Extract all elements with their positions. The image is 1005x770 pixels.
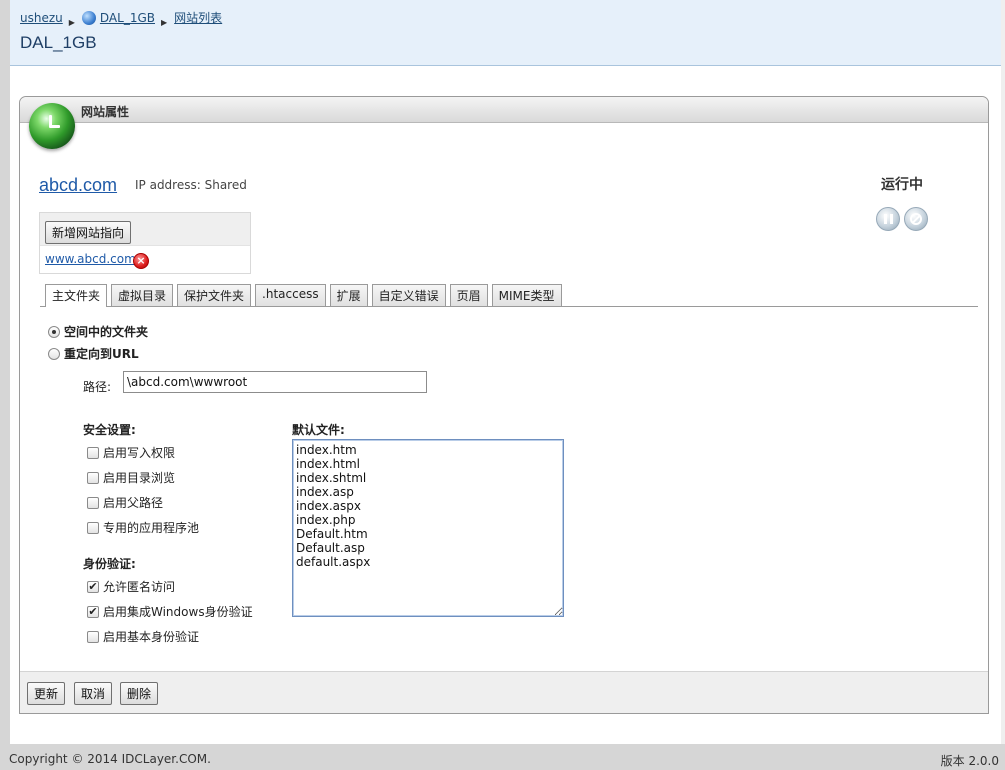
redirect-radio[interactable] xyxy=(48,347,60,360)
folder-radio[interactable] xyxy=(48,325,60,338)
breadcrumb-arrow-icon: ▶ xyxy=(68,18,75,27)
breadcrumb-user-link[interactable]: ushezu xyxy=(20,11,63,25)
breadcrumb-websites-link[interactable]: 网站列表 xyxy=(174,11,222,25)
panel-header xyxy=(20,97,988,123)
tab-divider xyxy=(40,306,978,307)
delete-button[interactable]: 删除 xyxy=(120,682,159,705)
auth-option: ✔ 启用集成Windows身份验证 xyxy=(87,603,253,620)
breadcrumb-arrow-icon: ▶ xyxy=(161,18,168,27)
auth-title: 身份验证: xyxy=(83,557,136,571)
breadcrumb-space-link[interactable]: DAL_1GB xyxy=(100,11,155,25)
website-properties-panel: 网站属性 abcd.com IP address: Shared 运行中 新增网… xyxy=(19,96,989,714)
redirect-radio-label: 重定向到URL xyxy=(64,347,139,361)
tab-mime-types[interactable]: MIME类型 xyxy=(491,284,562,306)
page-title: DAL_1GB xyxy=(20,33,97,52)
checkbox-label: 启用写入权限 xyxy=(103,446,176,460)
path-input[interactable] xyxy=(123,371,427,393)
security-option: 专用的应用程序池 xyxy=(87,519,199,536)
path-label: 路径: xyxy=(83,380,112,394)
checkbox-label: 启用基本身份验证 xyxy=(103,630,200,644)
delete-pointer-icon[interactable]: × xyxy=(133,253,149,269)
stop-icon[interactable] xyxy=(904,207,928,231)
security-option: 启用父路径 xyxy=(87,494,163,511)
scrollbar-track xyxy=(1001,0,1005,744)
security-option: 启用写入权限 xyxy=(87,444,175,461)
default-docs-title: 默认文件: xyxy=(292,423,345,437)
checkbox-label: 允许匿名访问 xyxy=(103,580,176,594)
version-text: 版本 2.0.0 xyxy=(940,754,999,768)
tab-htaccess[interactable]: .htaccess xyxy=(255,284,326,306)
checkbox-label: 启用目录浏览 xyxy=(103,471,176,485)
anonymous-access-checkbox[interactable]: ✔ xyxy=(87,580,99,593)
tab-secured-folders[interactable]: 保护文件夹 xyxy=(177,284,252,306)
globe-icon xyxy=(81,11,96,25)
add-pointer-button[interactable]: 新增网站指向 xyxy=(45,221,132,244)
tab-headers[interactable]: 页眉 xyxy=(449,284,488,306)
site-domain-link[interactable]: abcd.com xyxy=(39,175,117,196)
panel-title: 网站属性 xyxy=(81,105,130,119)
update-button[interactable]: 更新 xyxy=(27,682,66,705)
panel-footer: 更新 取消 删除 xyxy=(20,671,988,713)
windows-auth-checkbox[interactable]: ✔ xyxy=(87,605,99,618)
tab-custom-errors[interactable]: 自定义错误 xyxy=(371,284,446,306)
checkbox-label: 启用父路径 xyxy=(103,496,164,510)
dedicated-pool-checkbox[interactable] xyxy=(87,521,99,534)
breadcrumb: ushezu ▶ DAL_1GB ▶ 网站列表 xyxy=(20,9,222,27)
page-header: ushezu ▶ DAL_1GB ▶ 网站列表 DAL_1GB xyxy=(10,0,1001,66)
domain-pointers-box: 新增网站指向 www.abcd.com × xyxy=(39,212,251,274)
write-permission-checkbox[interactable] xyxy=(87,446,99,459)
basic-auth-checkbox[interactable] xyxy=(87,630,99,643)
pointer-link[interactable]: www.abcd.com xyxy=(45,252,136,266)
parent-paths-checkbox[interactable] xyxy=(87,496,99,509)
tab-bar: 主文件夹 虚拟目录 保护文件夹 .htaccess 扩展 自定义错误 页眉 MI… xyxy=(45,284,562,307)
site-status: 运行中 xyxy=(881,177,923,193)
option-folder-row: 空间中的文件夹 xyxy=(48,323,148,340)
main-content: 网站属性 abcd.com IP address: Shared 运行中 新增网… xyxy=(10,66,1001,744)
ip-address-info: IP address: Shared xyxy=(135,178,247,192)
option-redirect-row: 重定向到URL xyxy=(48,345,139,362)
checkbox-label: 启用集成Windows身份验证 xyxy=(103,605,253,619)
default-docs-textarea[interactable]: index.htm index.html index.shtml index.a… xyxy=(292,439,564,617)
status-bar: Copyright © 2014 IDCLayer.COM. 版本 2.0.0 xyxy=(0,744,1005,770)
auth-option: 启用基本身份验证 xyxy=(87,628,199,645)
tab-extensions[interactable]: 扩展 xyxy=(329,284,368,306)
copyright-text: Copyright © 2014 IDCLayer.COM. xyxy=(9,752,211,766)
tab-home-folder[interactable]: 主文件夹 xyxy=(45,284,108,307)
website-globe-icon xyxy=(29,103,79,149)
cancel-button[interactable]: 取消 xyxy=(74,682,113,705)
auth-option: ✔ 允许匿名访问 xyxy=(87,578,175,595)
tab-virtual-dirs[interactable]: 虚拟目录 xyxy=(111,284,174,306)
checkbox-label: 专用的应用程序池 xyxy=(103,521,200,535)
directory-browsing-checkbox[interactable] xyxy=(87,471,99,484)
security-title: 安全设置: xyxy=(83,423,136,437)
folder-radio-label: 空间中的文件夹 xyxy=(64,325,149,339)
security-option: 启用目录浏览 xyxy=(87,469,175,486)
pause-icon[interactable] xyxy=(876,207,900,231)
